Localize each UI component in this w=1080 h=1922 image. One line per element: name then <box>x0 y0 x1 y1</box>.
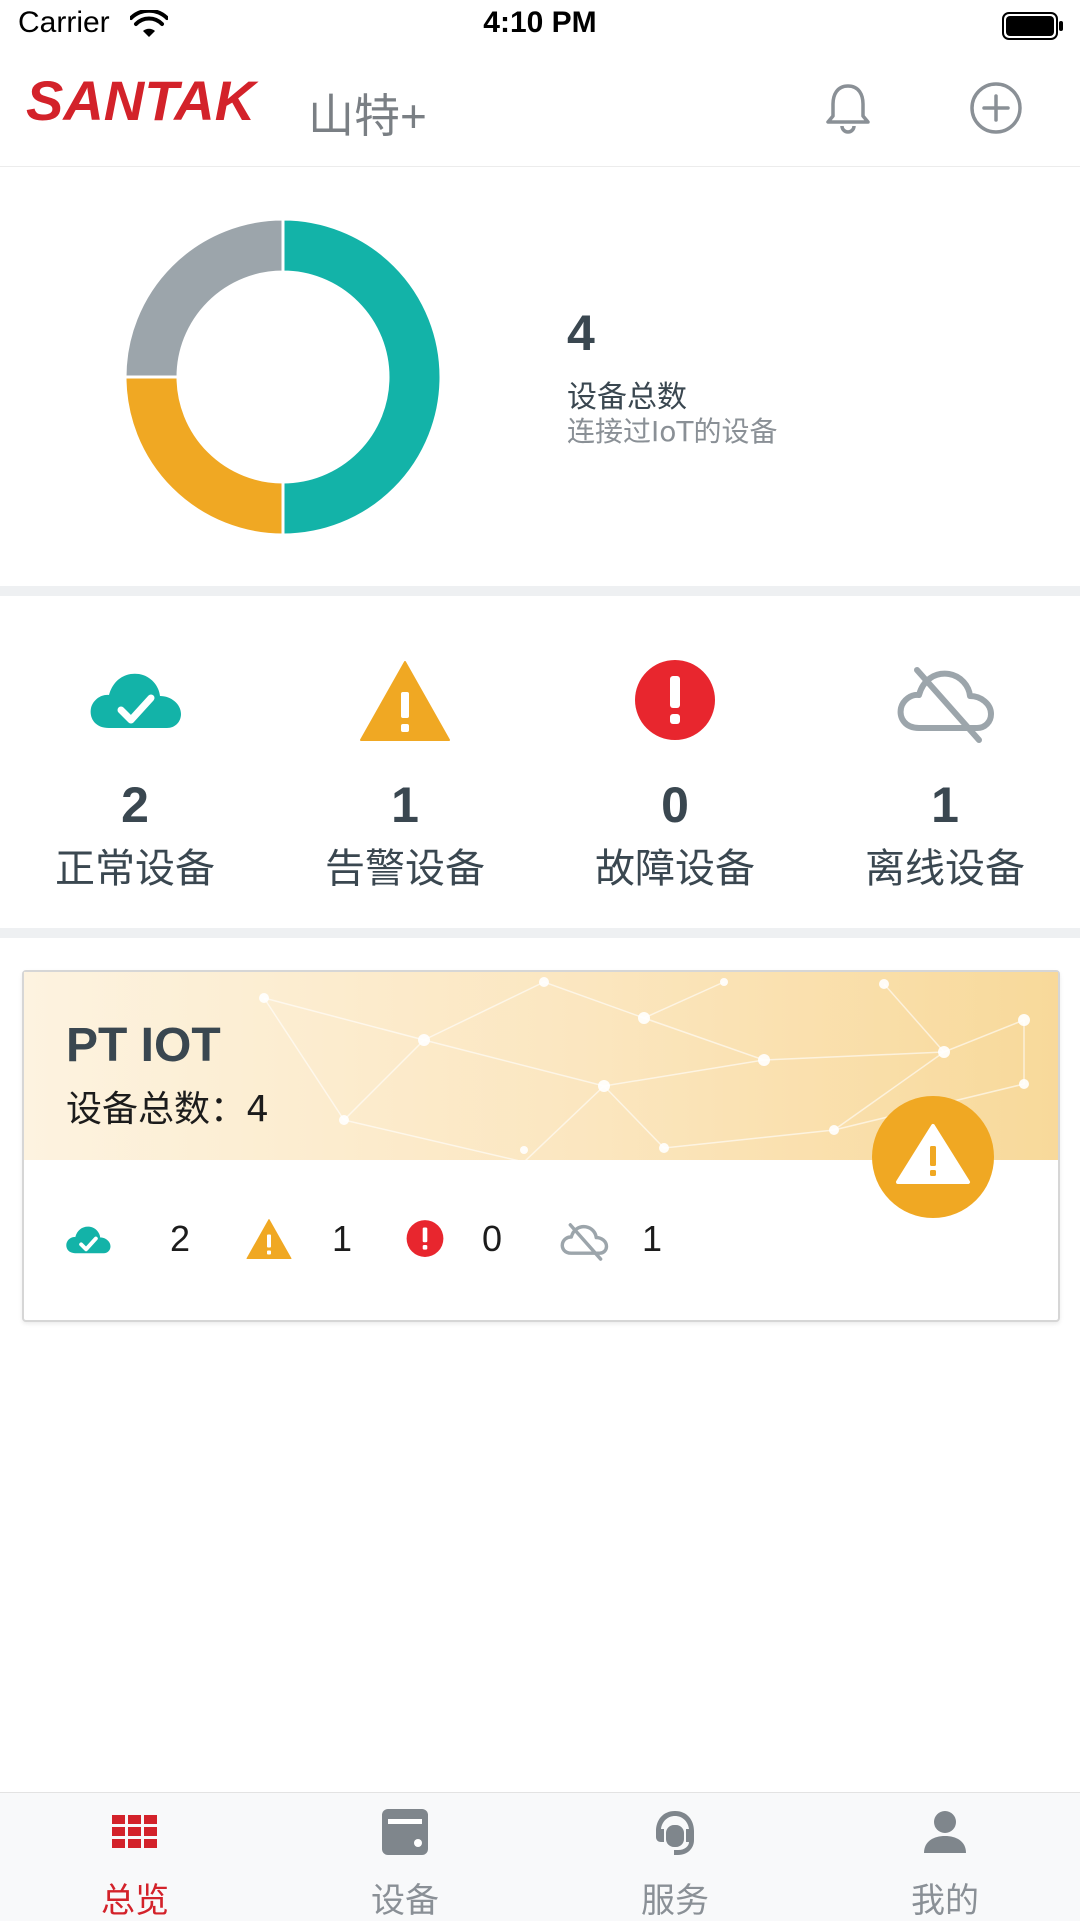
stat-normal-count: 2 <box>121 777 149 833</box>
site-warning-count: 1 <box>332 1218 353 1259</box>
site-alert-badge <box>872 1096 994 1218</box>
site-offline-count: 1 <box>642 1218 663 1259</box>
device-summary: 4 设备总数 连接过IoT的设备 <box>0 166 1080 586</box>
cloud-check-icon <box>90 673 181 728</box>
stat-fault-count: 0 <box>661 777 689 833</box>
cloud-offline-icon <box>897 667 994 743</box>
stat-warning[interactable]: 1 告警设备 <box>270 596 540 928</box>
error-circle-icon <box>406 1220 444 1257</box>
total-device-subtitle: 连接过IoT的设备 <box>567 415 778 448</box>
tab-me[interactable]: 我的 <box>810 1793 1080 1921</box>
battery-icon <box>1002 12 1063 40</box>
cloud-offline-icon <box>560 1223 609 1261</box>
donut-slice-1 <box>281 217 443 537</box>
donut-slice-4 <box>123 217 285 379</box>
device-status-donut-chart <box>123 217 443 537</box>
cloud-check-icon <box>66 1226 111 1254</box>
section-divider <box>0 928 1080 938</box>
santak-logo: SANTAK <box>26 69 271 136</box>
site-normal-count: 2 <box>170 1218 191 1259</box>
stat-offline-count: 1 <box>931 777 959 833</box>
tab-devices[interactable]: 设备 <box>270 1793 540 1921</box>
total-device-count: 4 <box>567 305 595 361</box>
app-header: SANTAK 山特+ <box>0 54 1080 167</box>
bell-icon[interactable] <box>818 78 878 138</box>
bottom-tab-bar: 总览 设备 服务 我的 <box>0 1792 1080 1921</box>
stat-fault[interactable]: 0 故障设备 <box>540 596 810 928</box>
status-stats: 2 正常设备 1 告警设备 0 故障设备 1 离线设备 <box>0 596 1080 928</box>
tab-overview-label: 总览 <box>101 1881 169 1921</box>
grid-icon <box>112 1815 157 1848</box>
app-title: 山特+ <box>308 90 427 142</box>
stat-warning-label: 告警设备 <box>325 846 485 892</box>
stat-normal-label: 正常设备 <box>55 846 215 892</box>
site-fault-count: 0 <box>482 1218 503 1259</box>
site-title: PT IOT <box>66 1019 221 1072</box>
site-status-row: 2 1 0 1 <box>60 1212 1020 1272</box>
warning-triangle-icon <box>246 1219 292 1259</box>
person-icon <box>924 1811 966 1853</box>
tab-service[interactable]: 服务 <box>540 1793 810 1921</box>
site-card[interactable]: PT IOT 设备总数：4 2 1 0 1 <box>22 970 1060 1322</box>
stat-offline-label: 离线设备 <box>865 846 1025 892</box>
stat-normal[interactable]: 2 正常设备 <box>0 596 270 928</box>
svg-text:SANTAK: SANTAK <box>26 72 259 132</box>
headset-icon <box>656 1811 694 1855</box>
stat-offline[interactable]: 1 离线设备 <box>810 596 1080 928</box>
warning-triangle-icon <box>360 661 450 741</box>
add-circle-icon[interactable] <box>966 78 1026 138</box>
tab-overview[interactable]: 总览 <box>0 1793 270 1921</box>
error-circle-icon <box>635 660 715 740</box>
stat-fault-label: 故障设备 <box>595 846 755 892</box>
stat-warning-count: 1 <box>391 777 419 833</box>
tab-me-label: 我的 <box>911 1881 979 1921</box>
section-divider <box>0 586 1080 596</box>
clock: 4:10 PM <box>483 6 597 39</box>
status-bar: Carrier 4:10 PM <box>0 0 1080 54</box>
warning-triangle-icon <box>896 1124 970 1184</box>
device-icon <box>382 1809 428 1855</box>
site-device-count: 设备总数：4 <box>66 1089 269 1130</box>
tab-devices-label: 设备 <box>371 1881 439 1921</box>
tab-service-label: 服务 <box>641 1881 709 1921</box>
donut-slice-2 <box>123 375 285 537</box>
